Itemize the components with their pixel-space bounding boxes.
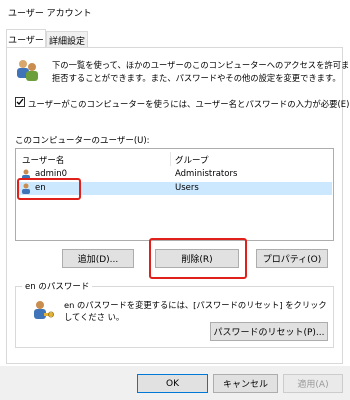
require-login-checkbox[interactable] bbox=[15, 97, 25, 107]
password-change-text: en のパスワードを変更するには、[パスワードのリセット] をクリックしてくださ… bbox=[64, 300, 327, 322]
user-group: Administrators bbox=[175, 169, 238, 179]
column-header-group[interactable]: グループ bbox=[175, 154, 209, 166]
user-group: Users bbox=[175, 183, 199, 193]
add-user-button[interactable]: 追加(D)... bbox=[62, 249, 134, 268]
column-header-username[interactable]: ユーザー名 bbox=[22, 154, 64, 166]
reset-password-button[interactable]: パスワードのリセット(P)... bbox=[210, 322, 328, 341]
column-divider bbox=[170, 152, 171, 166]
properties-button[interactable]: プロパティ(O) bbox=[256, 249, 328, 268]
window-title: ユーザー アカウント bbox=[8, 9, 92, 19]
ok-button[interactable]: OK bbox=[137, 374, 208, 393]
intro-text-line1: 下の一覧を使って、ほかのユーザーのこのコンピューターへのアクセスを許可または bbox=[52, 60, 350, 70]
users-list-label: このコンピューターのユーザー(U): bbox=[15, 136, 150, 146]
tab-advanced[interactable]: 詳細設定 bbox=[46, 31, 88, 48]
user-key-icon bbox=[31, 298, 55, 322]
highlight-box-user-en bbox=[17, 178, 81, 200]
require-login-label[interactable]: ユーザーがこのコンピューターを使うには、ユーザー名とパスワードの入力が必要(E) bbox=[28, 98, 349, 110]
title-bar: ユーザー アカウント bbox=[0, 0, 350, 24]
apply-button[interactable]: 適用(A) bbox=[283, 374, 343, 393]
highlight-box-remove bbox=[149, 238, 247, 279]
tab-users[interactable]: ユーザー bbox=[6, 29, 46, 48]
checkmark-icon bbox=[16, 98, 24, 105]
intro-text-line2: 拒否することができます。また、パスワードやその他の設定を変更できます。 bbox=[52, 73, 341, 83]
cancel-button[interactable]: キャンセル bbox=[213, 374, 278, 393]
users-icon bbox=[14, 57, 40, 83]
password-group-title: en のパスワード bbox=[22, 280, 93, 292]
